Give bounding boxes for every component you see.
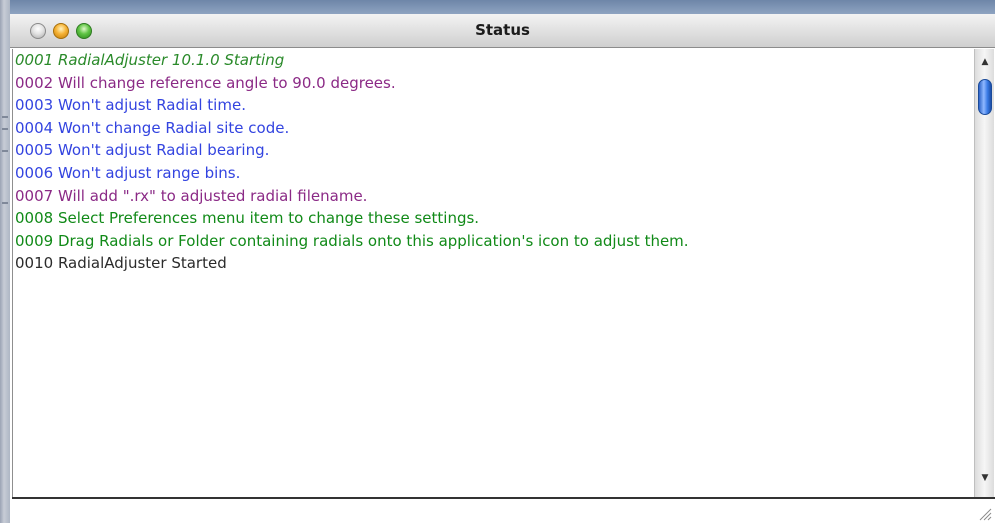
desktop-strip (0, 0, 995, 14)
vertical-scrollbar[interactable]: ▲ ▼ (974, 49, 994, 497)
title-bar[interactable]: Status (10, 14, 995, 48)
edge-notch (2, 150, 8, 152)
log-line: 0007 Will add ".rx" to adjusted radial f… (15, 186, 368, 205)
edge-notch (2, 128, 8, 130)
arrow-down-icon[interactable]: ▼ (978, 471, 992, 485)
log-line: 0001 RadialAdjuster 10.1.0 Starting (15, 51, 285, 69)
log-line: 0005 Won't adjust Radial bearing. (15, 141, 270, 160)
window-title: Status (475, 21, 530, 39)
edge-notch (2, 202, 8, 204)
resize-grip-icon[interactable] (977, 506, 992, 521)
log-line: 0010 RadialAdjuster Started (15, 254, 227, 273)
log-line: 0008 Select Preferences menu item to cha… (15, 209, 480, 228)
log-line: 0004 Won't change Radial site code. (15, 118, 290, 137)
log-text-area[interactable]: 0001 RadialAdjuster 10.1.0 Starting 0002 … (12, 49, 975, 497)
log-line: 0003 Won't adjust Radial time. (15, 96, 246, 115)
log-line: 0009 Drag Radials or Folder containing r… (15, 231, 689, 250)
arrow-up-icon[interactable]: ▲ (978, 55, 992, 69)
log-line: 0002 Will change reference angle to 90.0… (15, 73, 396, 92)
window-left-edge (0, 0, 10, 523)
scroll-thumb[interactable] (978, 79, 992, 115)
command-input[interactable] (12, 499, 974, 523)
edge-notch (2, 116, 8, 118)
log-line: 0006 Won't adjust range bins. (15, 163, 241, 182)
status-window: Status 0001 RadialAdjuster 10.1.0 Starti… (0, 0, 995, 523)
